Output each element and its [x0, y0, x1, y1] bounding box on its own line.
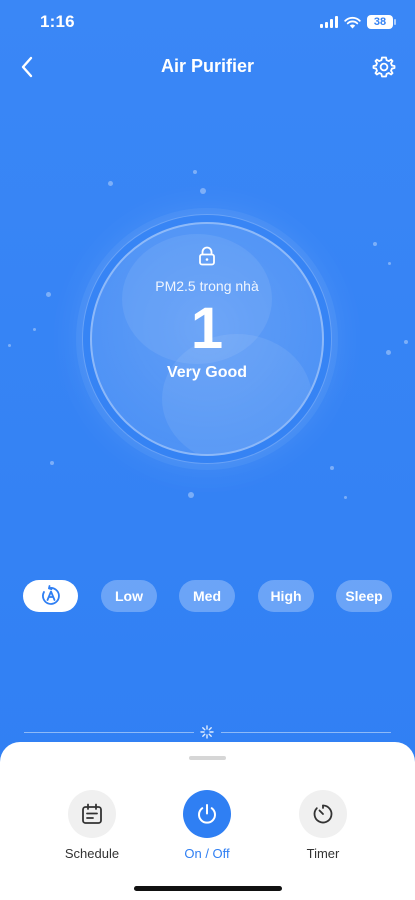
mode-low-button[interactable]: Low	[101, 580, 157, 612]
particle-dot	[404, 340, 408, 344]
air-quality-display: PM2.5 trong nhà 1 Very Good	[90, 222, 324, 456]
status-icons: 38	[320, 14, 396, 30]
power-label: On / Off	[184, 846, 230, 861]
speed-slider-track[interactable]	[24, 732, 194, 733]
particle-dot	[200, 188, 206, 194]
particle-dot	[8, 344, 11, 347]
particle-dot	[373, 242, 377, 246]
timer-circle	[299, 790, 347, 838]
speed-slider-track[interactable]	[221, 732, 391, 733]
mode-sleep-button[interactable]: Sleep	[336, 580, 392, 612]
sheet-grabber[interactable]	[189, 756, 226, 760]
cellular-signal-icon	[320, 16, 338, 28]
settings-button[interactable]	[369, 52, 399, 82]
page-title: Air Purifier	[160, 56, 255, 76]
schedule-circle	[68, 790, 116, 838]
mode-med-button[interactable]: Med	[179, 580, 235, 612]
particle-dot	[330, 466, 334, 470]
particle-dot	[193, 170, 197, 174]
status-bar: 1:16 38	[0, 0, 415, 44]
schedule-label: Schedule	[64, 846, 120, 861]
pm25-value: 1	[190, 296, 224, 361]
control-sheet: Schedule On / Off Timer	[0, 742, 415, 900]
app-screen: 1:16 38 Air Purifier PM2.5 trong nhà 1 V…	[0, 0, 415, 900]
particle-dot	[33, 328, 36, 331]
particle-dot	[46, 292, 51, 297]
battery-indicator: 38	[367, 15, 396, 29]
status-time: 1:16	[40, 12, 75, 31]
timer-icon	[313, 804, 333, 824]
mode-high-button[interactable]: High	[258, 580, 314, 612]
particle-dot	[188, 492, 194, 498]
power-button[interactable]: On / Off	[157, 790, 257, 861]
particle-dot	[386, 350, 391, 355]
particle-dot	[50, 461, 54, 465]
lock-icon[interactable]	[198, 246, 216, 266]
fan-speed-icon[interactable]	[199, 724, 215, 740]
timer-button[interactable]: Timer	[273, 790, 373, 861]
power-circle	[183, 790, 231, 838]
calendar-icon	[82, 803, 102, 824]
particle-dot	[344, 496, 347, 499]
fan-mode-selector: Low Med High Sleep	[0, 580, 415, 612]
header: Air Purifier	[0, 44, 415, 90]
timer-label: Timer	[306, 846, 340, 861]
mode-auto-button[interactable]	[23, 580, 78, 612]
home-indicator	[134, 886, 282, 891]
gear-icon	[372, 56, 396, 78]
wifi-icon	[344, 16, 361, 28]
power-icon	[198, 804, 216, 824]
air-quality-status: Very Good	[166, 364, 248, 381]
particle-dot	[388, 262, 391, 265]
schedule-button[interactable]: Schedule	[42, 790, 142, 861]
pm25-label: PM2.5 trong nhà	[155, 278, 259, 294]
particle-dot	[108, 181, 113, 186]
auto-mode-icon	[41, 585, 60, 605]
